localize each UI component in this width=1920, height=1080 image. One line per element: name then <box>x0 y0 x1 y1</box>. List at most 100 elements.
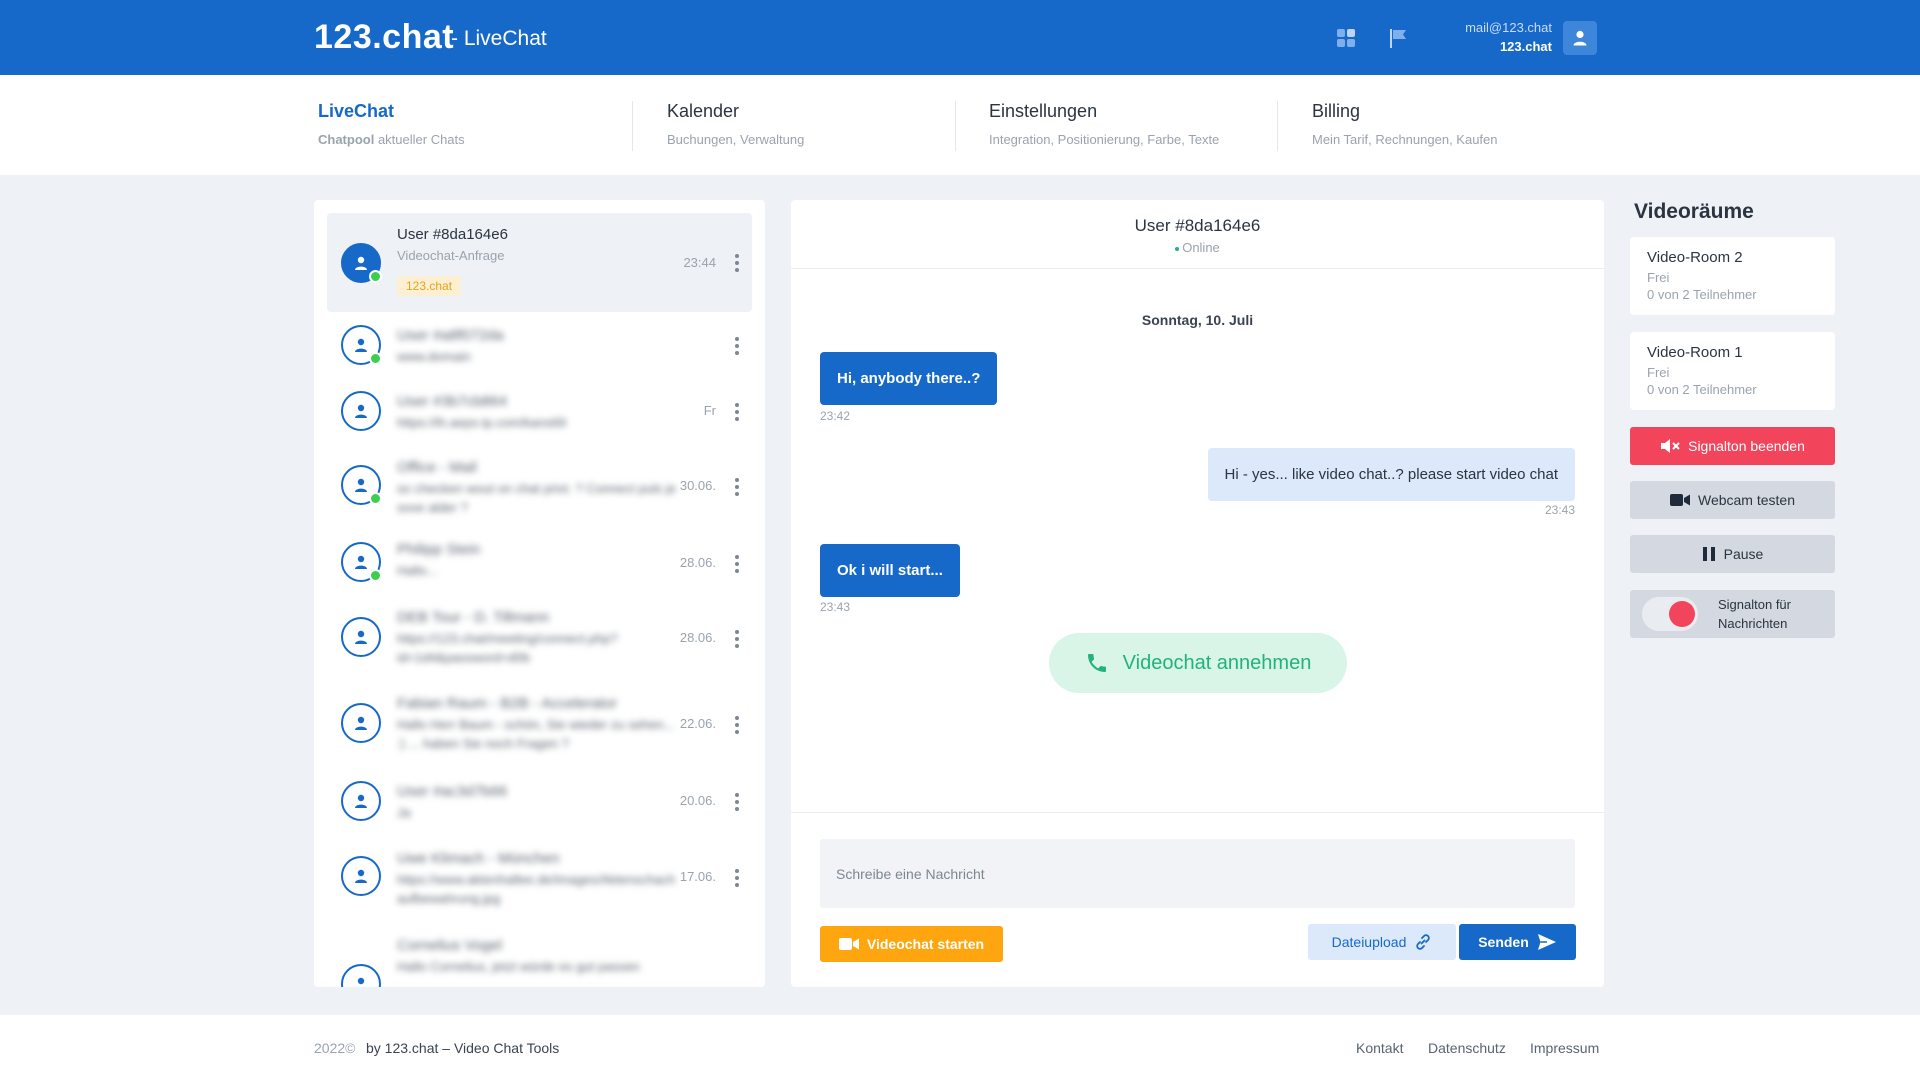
message-incoming: Ok i will start... <box>820 544 960 597</box>
chat-name: Cornelius Vogel <box>397 937 503 954</box>
chat-preview: https://123.chat/meeting/connect.php? id… <box>397 631 618 665</box>
tab-title: Kalender <box>667 101 740 121</box>
message-time: 23:43 <box>820 600 851 614</box>
chat-preview: so checken wout on chat privt. ? Connect… <box>397 481 676 515</box>
chat-list-item[interactable]: User #8da164e6 Videochat-Anfrage 123.cha… <box>327 213 752 312</box>
room-name: Video-Room 2 <box>1647 249 1743 266</box>
room-participants: 0 von 2 Teilnehmer <box>1647 287 1757 302</box>
chat-time: 20.06. <box>679 793 716 808</box>
start-videochat-button[interactable]: Videochat starten <box>820 926 1003 962</box>
message-outgoing: Hi - yes... like video chat..? please st… <box>1207 448 1575 501</box>
pause-button[interactable]: Pause <box>1630 535 1835 573</box>
online-indicator <box>369 569 382 582</box>
chat-list-item[interactable]: Uwe Klimach - München https://www.aktenh… <box>327 834 752 920</box>
tab-title: Billing <box>1312 101 1361 121</box>
chat-list-item[interactable]: Fabian Raum - B2B - Accelerator Hallo He… <box>327 682 752 768</box>
chat-list-item[interactable]: User #3b7cb864 https://ih.aeps-ip.com/ka… <box>327 378 752 444</box>
toggle-knob <box>1669 601 1695 627</box>
file-upload-button[interactable]: Dateiupload <box>1308 924 1456 960</box>
chat-list-item[interactable]: User #a8f072da www.domain <box>327 312 752 378</box>
phone-icon <box>1087 654 1106 672</box>
chat-time: Fr <box>703 403 716 418</box>
chat-list-item[interactable]: DEB Tour - D. Tillmann https://123.chat/… <box>327 596 752 682</box>
send-button[interactable]: Senden <box>1459 924 1576 960</box>
top-header: 123.chat - LiveChat mail@123.chat 123.ch… <box>0 0 1920 75</box>
more-options-icon[interactable] <box>734 793 740 811</box>
chat-list-item[interactable]: Philipp Stein Hallo... 28.06. <box>327 530 752 596</box>
chat-preview: www.domain <box>397 349 471 364</box>
mute-icon <box>1661 439 1680 453</box>
main-nav: LiveChat Chatpool aktueller Chats Kalend… <box>0 75 1920 175</box>
more-options-icon[interactable] <box>734 630 740 648</box>
footer-link-impressum[interactable]: Impressum <box>1530 1040 1599 1056</box>
nav-divider <box>1277 101 1278 151</box>
chat-name: Uwe Klimach - München <box>397 850 560 867</box>
tab-billing[interactable]: Billing Mein Tarif, Rechnungen, Kaufen <box>1312 101 1498 147</box>
send-label: Senden <box>1478 934 1529 950</box>
tab-kalender[interactable]: Kalender Buchungen, Verwaltung <box>667 101 804 147</box>
room-status: Frei <box>1647 365 1670 380</box>
room-status: Frei <box>1647 270 1670 285</box>
chat-time: 17.06. <box>679 869 716 884</box>
date-separator: Sonntag, 10. Juli <box>1141 312 1254 328</box>
more-options-icon[interactable] <box>734 403 740 421</box>
more-options-icon[interactable] <box>734 337 740 355</box>
chat-list-item[interactable]: Office - Mail so checken wout on chat pr… <box>327 444 752 530</box>
webcam-test-button[interactable]: Webcam testen <box>1630 481 1835 519</box>
file-upload-label: Dateiupload <box>1331 934 1407 950</box>
tab-livechat[interactable]: LiveChat Chatpool aktueller Chats <box>318 101 465 147</box>
toggle-switch[interactable] <box>1642 597 1698 631</box>
chat-time: 30.06. <box>679 478 716 493</box>
user-icon[interactable] <box>1563 21 1597 55</box>
chat-list[interactable]: User #8da164e6 Videochat-Anfrage 123.cha… <box>314 200 765 987</box>
user-avatar-icon <box>341 617 381 657</box>
footer-link-datenschutz[interactable]: Datenschutz <box>1428 1040 1506 1056</box>
message-input[interactable] <box>820 839 1575 908</box>
chat-preview: Hallo Herr Baum - schön, Sie wieder zu s… <box>397 717 675 751</box>
more-options-icon[interactable] <box>734 716 740 734</box>
video-rooms-title: Videoräume <box>1634 200 1754 223</box>
online-indicator <box>369 270 382 283</box>
chat-preview: Hallo Cornelius, jetzt würde es gut pass… <box>397 959 640 974</box>
message-signal-toggle[interactable]: Signalton für Nachrichten <box>1630 590 1835 638</box>
tab-einstellungen[interactable]: Einstellungen Integration, Positionierun… <box>989 101 1219 147</box>
chat-list-item[interactable]: User #ac3d7b66 Ja 20.06. <box>327 768 752 834</box>
accept-videochat-label: Videochat annehmen <box>1122 651 1312 674</box>
tab-subtitle: Chatpool aktueller Chats <box>318 132 465 147</box>
chat-name: User #a8f072da <box>397 327 504 344</box>
chat-time: 23:44 <box>683 255 716 270</box>
webcam-test-label: Webcam testen <box>1697 492 1795 508</box>
pause-label: Pause <box>1723 546 1764 562</box>
video-room-card[interactable]: Video-Room 1 Frei 0 von 2 Teilnehmer <box>1630 332 1835 410</box>
stop-signal-button[interactable]: Signalton beenden <box>1630 427 1835 465</box>
pause-icon <box>1702 547 1715 561</box>
more-options-icon[interactable] <box>734 478 740 496</box>
message-time: 23:43 <box>1544 503 1575 517</box>
footer-link-kontakt[interactable]: Kontakt <box>1356 1040 1403 1056</box>
chat-preview: Hallo... <box>397 563 438 578</box>
chat-name: User #8da164e6 <box>397 226 508 243</box>
conversation-title: User #8da164e6 <box>1134 216 1261 235</box>
tab-title: LiveChat <box>318 101 395 121</box>
online-indicator <box>369 352 382 365</box>
message-incoming: Hi, anybody there..? <box>820 352 998 405</box>
video-camera-icon <box>838 938 859 950</box>
start-videochat-label: Videochat starten <box>866 936 985 952</box>
logo[interactable]: 123.chat <box>314 18 454 57</box>
tab-subtitle: Mein Tarif, Rechnungen, Kaufen <box>1312 132 1498 147</box>
accept-videochat-button[interactable]: Videochat annehmen <box>1049 633 1347 693</box>
chat-list-item[interactable]: Cornelius Vogel Hallo Cornelius, jetzt w… <box>327 920 752 987</box>
divider <box>791 268 1604 269</box>
video-room-card[interactable]: Video-Room 2 Frei 0 von 2 Teilnehmer <box>1630 237 1835 315</box>
user-avatar-icon <box>341 964 381 987</box>
more-options-icon[interactable] <box>734 869 740 887</box>
flag-icon[interactable] <box>1385 26 1411 50</box>
chat-name: DEB Tour - D. Tillmann <box>397 609 550 626</box>
chat-name: User #ac3d7b66 <box>397 783 508 800</box>
more-options-icon[interactable] <box>734 555 740 573</box>
grid-icon[interactable] <box>1333 26 1359 50</box>
chat-preview: https://ih.aeps-ip.com/kans69 <box>397 415 567 430</box>
chat-time: 22.06. <box>679 716 716 731</box>
room-participants: 0 von 2 Teilnehmer <box>1647 382 1757 397</box>
more-options-icon[interactable] <box>734 254 740 272</box>
